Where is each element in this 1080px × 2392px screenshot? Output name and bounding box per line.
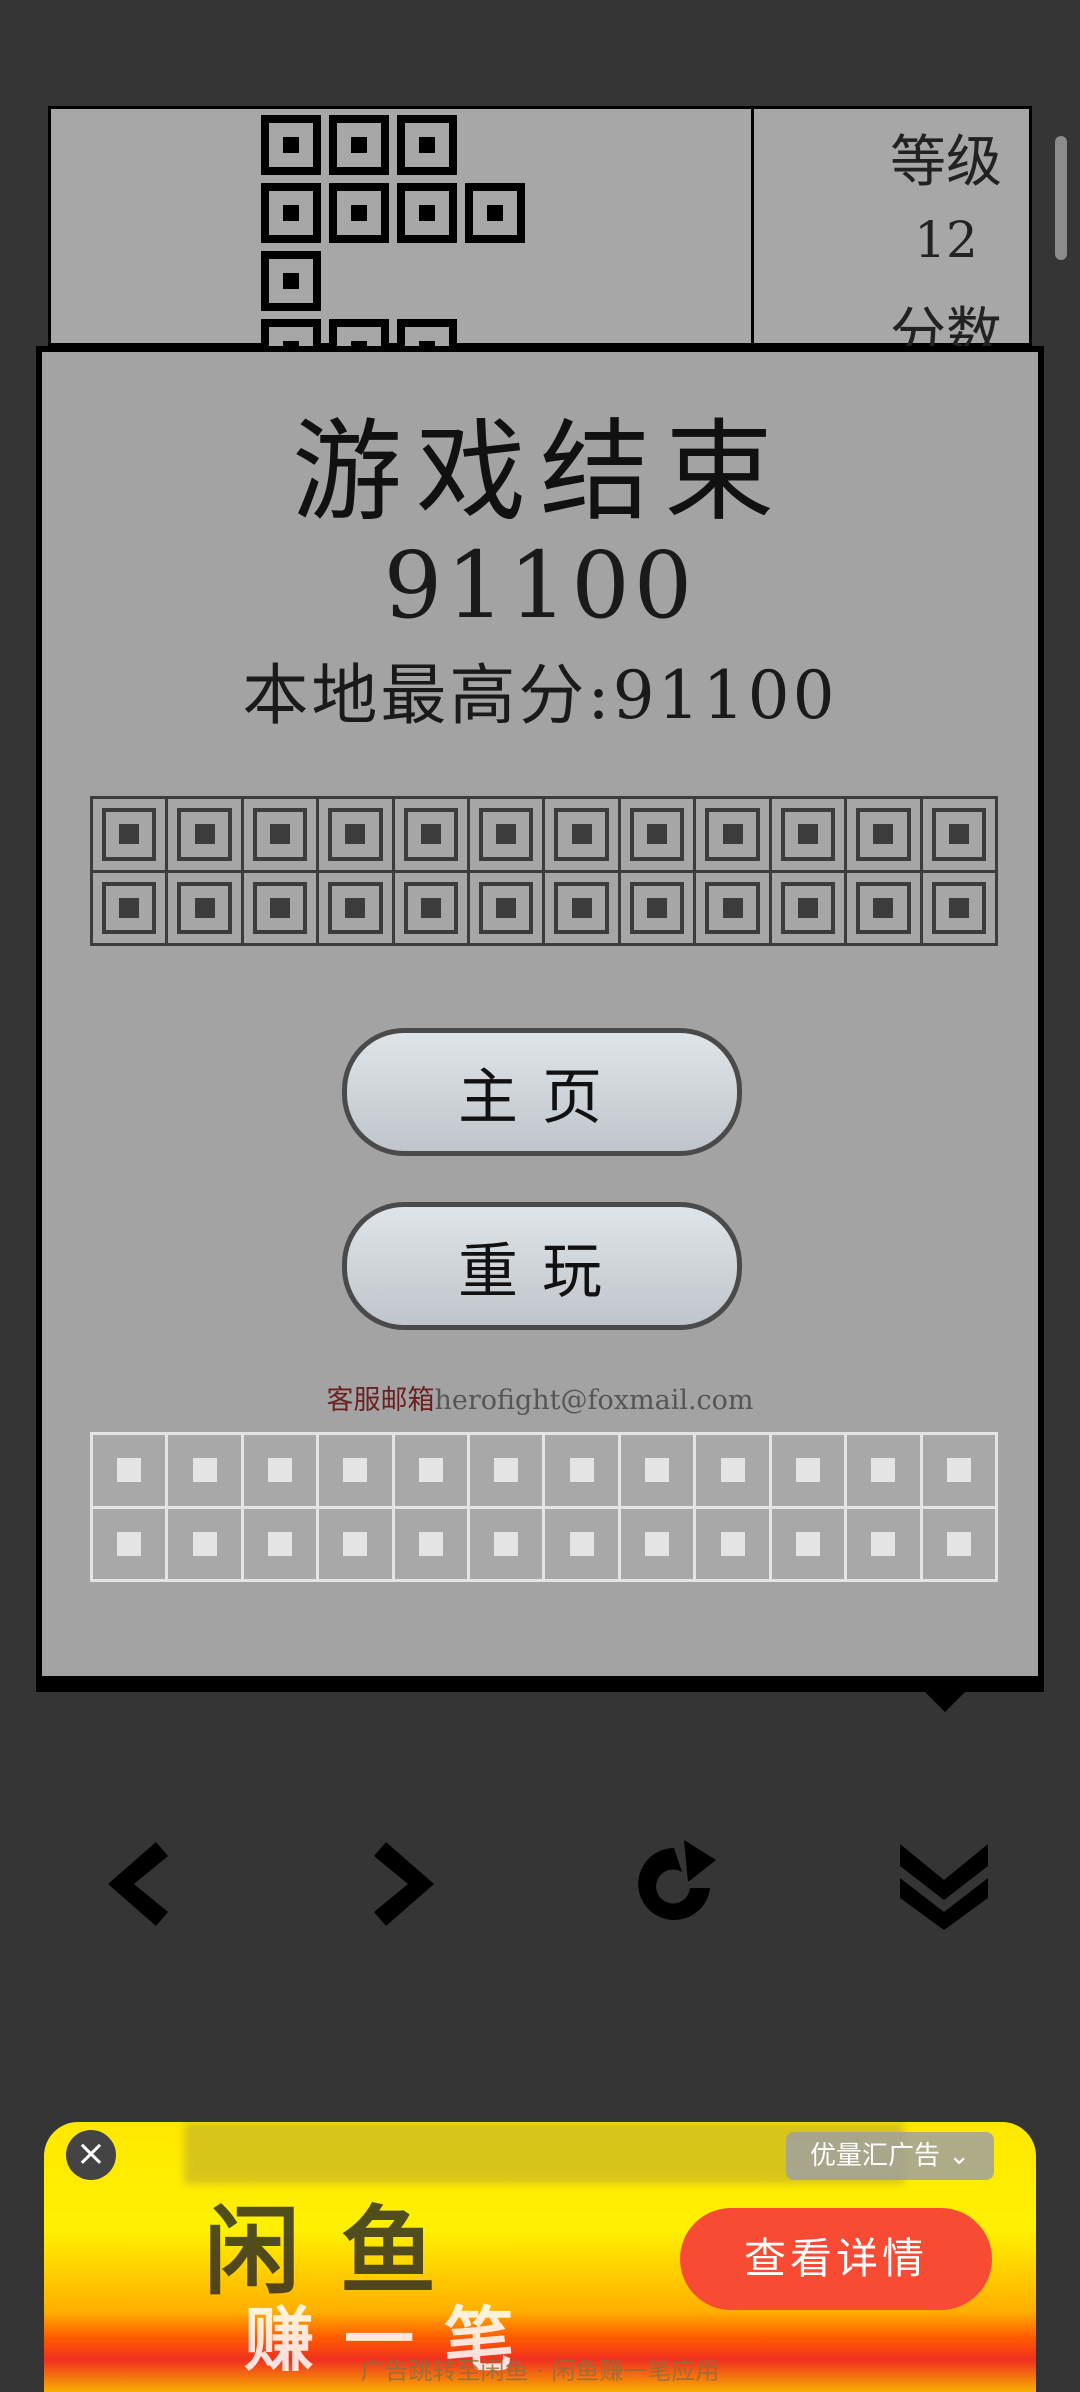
decorative-blocks-bottom (90, 1432, 998, 1582)
right-arrow-icon[interactable] (356, 1834, 456, 1934)
view-details-button[interactable]: 查看详情 (680, 2208, 992, 2310)
home-button[interactable]: 主页 (342, 1028, 742, 1156)
double-chevron-down-icon[interactable] (894, 1834, 994, 1934)
close-icon[interactable]: × (66, 2130, 116, 2180)
decorative-blocks-top (90, 796, 998, 946)
replay-button[interactable]: 重玩 (342, 1202, 742, 1330)
chevron-down-icon: ⌄ (948, 2141, 971, 2171)
ad-caption: 广告跳转至闲鱼 · 闲鱼赚一笔应用 (360, 2357, 720, 2385)
board-divider (751, 109, 754, 343)
game-over-dialog: 游戏结束 91100 本地最高分:91100 主页 重玩 客服邮箱herofig… (36, 346, 1044, 1712)
contact-email[interactable]: herofight@foxmail.com (434, 1385, 753, 1416)
left-arrow-icon[interactable] (86, 1834, 186, 1934)
final-score: 91100 (383, 532, 697, 639)
contact-label: 客服邮箱 (326, 1385, 435, 1416)
level-label: 等级 (890, 130, 1002, 195)
level-value: 12 (914, 211, 978, 269)
contact-info: 客服邮箱herofight@foxmail.com (42, 1378, 1038, 1417)
best-score: 本地最高分:91100 (242, 657, 838, 734)
dialog-pointer (919, 1686, 971, 1712)
next-piece-preview (261, 115, 561, 379)
ad-tag-label: 优量汇广告 (809, 2141, 940, 2171)
game-board: 等级 12 分数 (48, 106, 1032, 379)
ad-banner[interactable]: 闲鱼 赚一笔 广告跳转至闲鱼 · 闲鱼赚一笔应用 × 优量汇广告 ⌄ 查看详情 (44, 2122, 1036, 2392)
dialog-title: 游戏结束 (292, 408, 788, 536)
ad-tag[interactable]: 优量汇广告 ⌄ (786, 2132, 994, 2180)
rotate-icon[interactable] (624, 1834, 724, 1934)
